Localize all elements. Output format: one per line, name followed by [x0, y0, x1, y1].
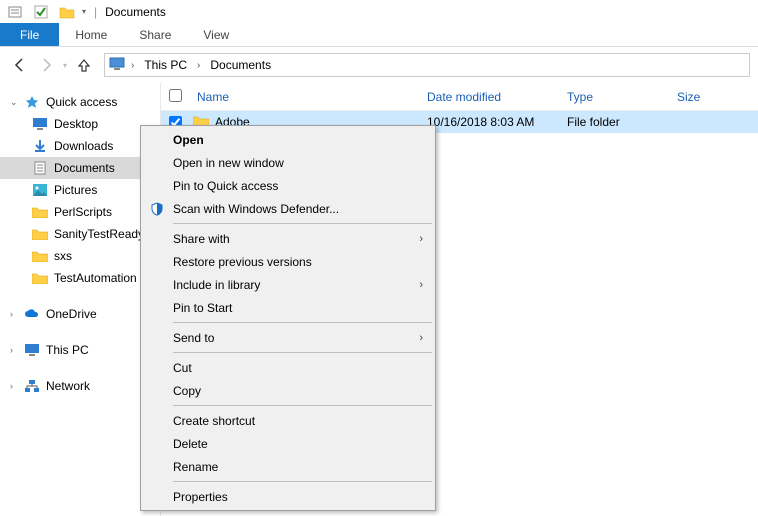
- chevron-right-icon: ›: [419, 233, 423, 245]
- folder-icon: [32, 270, 48, 286]
- tree-label: Pictures: [54, 183, 97, 197]
- tree-perlscripts[interactable]: PerlScripts: [0, 201, 160, 223]
- ctx-separator: [173, 322, 432, 323]
- col-size[interactable]: Size: [669, 90, 739, 104]
- monitor-icon: [24, 342, 40, 358]
- tree-label: SanityTestReady: [54, 227, 144, 241]
- qat-properties-icon[interactable]: [30, 2, 52, 22]
- window-icon[interactable]: [4, 2, 26, 22]
- monitor-icon: [109, 57, 125, 74]
- folder-icon: [32, 248, 48, 264]
- crumb-thispc[interactable]: This PC: [140, 58, 191, 72]
- tree-quick-access[interactable]: ⌄ Quick access: [0, 91, 160, 113]
- ctx-restore-versions[interactable]: Restore previous versions: [143, 250, 433, 273]
- back-button[interactable]: [8, 53, 32, 77]
- ctx-separator: [173, 405, 432, 406]
- expand-icon[interactable]: ›: [10, 345, 18, 355]
- window-title: Documents: [105, 5, 166, 19]
- qat-dropdown-icon[interactable]: ▾: [82, 7, 86, 16]
- tree-sxs[interactable]: sxs: [0, 245, 160, 267]
- tree-network[interactable]: › Network: [0, 375, 160, 397]
- crumb-documents[interactable]: Documents: [206, 58, 275, 72]
- monitor-icon: [32, 116, 48, 132]
- folder-icon: [32, 226, 48, 242]
- col-date[interactable]: Date modified: [419, 90, 559, 104]
- forward-button[interactable]: [34, 53, 58, 77]
- ctx-include-library[interactable]: Include in library›: [143, 273, 433, 296]
- tree-label: This PC: [46, 343, 89, 357]
- expand-icon[interactable]: ›: [10, 381, 18, 391]
- ctx-pin-quick-access[interactable]: Pin to Quick access: [143, 174, 433, 197]
- col-type[interactable]: Type: [559, 90, 669, 104]
- context-menu: Open Open in new window Pin to Quick acc…: [140, 125, 436, 511]
- ctx-open[interactable]: Open: [143, 128, 433, 151]
- tree-label: Desktop: [54, 117, 98, 131]
- tab-home[interactable]: Home: [59, 23, 123, 46]
- tree-onedrive[interactable]: › OneDrive: [0, 303, 160, 325]
- ctx-send-to[interactable]: Send to›: [143, 326, 433, 349]
- nav-bar: ▾ › This PC › Documents: [0, 47, 758, 83]
- tree-label: TestAutomation: [54, 271, 137, 285]
- tree-downloads[interactable]: Downloads: [0, 135, 160, 157]
- shield-icon: [149, 201, 165, 217]
- nav-tree: ⌄ Quick access Desktop Downloads Documen…: [0, 83, 160, 516]
- network-icon: [24, 378, 40, 394]
- qat-folder-icon[interactable]: [56, 2, 78, 22]
- ctx-scan-defender[interactable]: Scan with Windows Defender...: [143, 197, 433, 220]
- cloud-icon: [24, 306, 40, 322]
- ctx-rename[interactable]: Rename: [143, 455, 433, 478]
- tree-pictures[interactable]: Pictures: [0, 179, 160, 201]
- tree-label: Network: [46, 379, 90, 393]
- document-icon: [32, 160, 48, 176]
- column-headers: Name Date modified Type Size: [161, 83, 758, 111]
- ctx-separator: [173, 481, 432, 482]
- chevron-right-icon[interactable]: ›: [195, 60, 202, 71]
- select-all-checkbox[interactable]: [169, 89, 189, 105]
- history-dropdown-icon[interactable]: ▾: [60, 61, 70, 70]
- title-sep: |: [94, 5, 97, 19]
- tree-label: sxs: [54, 249, 72, 263]
- row-date: 10/16/2018 8:03 AM: [419, 115, 559, 129]
- star-icon: [24, 94, 40, 110]
- tree-label: PerlScripts: [54, 205, 112, 219]
- chevron-right-icon: ›: [419, 332, 423, 344]
- ctx-open-new-window[interactable]: Open in new window: [143, 151, 433, 174]
- ctx-properties[interactable]: Properties: [143, 485, 433, 508]
- collapse-icon[interactable]: ⌄: [10, 97, 18, 108]
- up-button[interactable]: [72, 53, 96, 77]
- chevron-right-icon[interactable]: ›: [129, 60, 136, 71]
- download-icon: [32, 138, 48, 154]
- tree-label: Quick access: [46, 95, 117, 109]
- ctx-separator: [173, 352, 432, 353]
- tree-label: Documents: [54, 161, 115, 175]
- ctx-pin-start[interactable]: Pin to Start: [143, 296, 433, 319]
- ctx-delete[interactable]: Delete: [143, 432, 433, 455]
- row-type: File folder: [559, 115, 669, 129]
- tree-label: Downloads: [54, 139, 113, 153]
- tree-documents[interactable]: Documents: [0, 157, 160, 179]
- tab-view[interactable]: View: [187, 23, 245, 46]
- tree-desktop[interactable]: Desktop: [0, 113, 160, 135]
- tree-sanitytestready[interactable]: SanityTestReady: [0, 223, 160, 245]
- tree-testautomation[interactable]: TestAutomation: [0, 267, 160, 289]
- title-bar: ▾ | Documents: [0, 0, 758, 23]
- chevron-right-icon: ›: [419, 279, 423, 291]
- picture-icon: [32, 182, 48, 198]
- tab-share[interactable]: Share: [123, 23, 187, 46]
- tree-thispc[interactable]: › This PC: [0, 339, 160, 361]
- breadcrumb[interactable]: › This PC › Documents: [104, 53, 750, 77]
- ctx-cut[interactable]: Cut: [143, 356, 433, 379]
- ctx-share-with[interactable]: Share with›: [143, 227, 433, 250]
- ribbon-tabs: File Home Share View: [0, 23, 758, 47]
- tree-label: OneDrive: [46, 307, 97, 321]
- tab-file[interactable]: File: [0, 23, 59, 46]
- ctx-separator: [173, 223, 432, 224]
- expand-icon[interactable]: ›: [10, 309, 18, 319]
- folder-icon: [32, 204, 48, 220]
- ctx-create-shortcut[interactable]: Create shortcut: [143, 409, 433, 432]
- ctx-copy[interactable]: Copy: [143, 379, 433, 402]
- col-name[interactable]: Name: [189, 90, 419, 104]
